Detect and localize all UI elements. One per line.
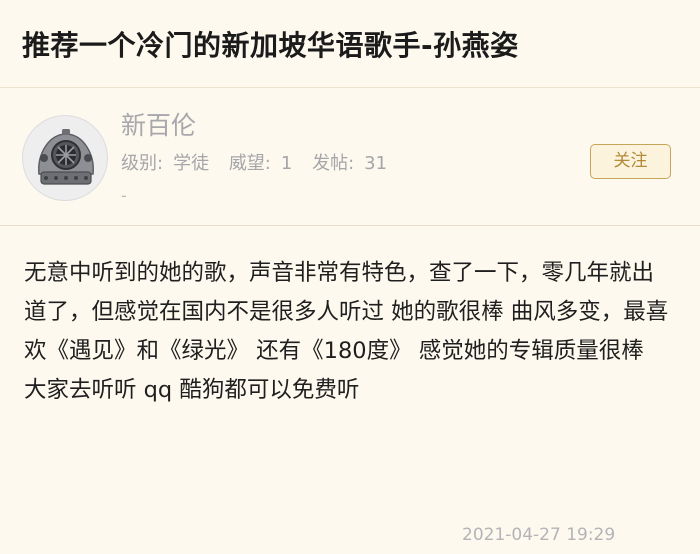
title-bar: 推荐一个冷门的新加坡华语歌手-孙燕姿 <box>0 0 700 88</box>
level-label: 级别: <box>121 153 164 174</box>
author-name[interactable]: 新百伦 <box>121 106 196 142</box>
author-extra: - <box>121 186 127 205</box>
author-stats: 级别: 学徒 威望: 1 发帖: 31 <box>121 149 401 175</box>
avatar[interactable] <box>22 115 108 201</box>
author-block: 新百伦 级别: 学徒 威望: 1 发帖: 31 - 关注 <box>0 88 700 226</box>
follow-button[interactable]: 关注 <box>590 144 671 179</box>
posts-value: 31 <box>364 153 388 174</box>
prestige-value: 1 <box>280 153 293 174</box>
level-value: 学徒 <box>173 153 210 174</box>
post-body: 无意中听到的她的歌，声音非常有特色，查了一下，零几年就出道了，但感觉在国内不是很… <box>24 260 669 403</box>
diving-helmet-icon <box>38 129 94 185</box>
prestige-label: 威望: <box>228 153 271 174</box>
posts-label: 发帖: <box>312 153 355 174</box>
post-title: 推荐一个冷门的新加坡华语歌手-孙燕姿 <box>22 29 519 62</box>
post-timestamp: 2021-04-27 19:29 <box>462 525 616 545</box>
